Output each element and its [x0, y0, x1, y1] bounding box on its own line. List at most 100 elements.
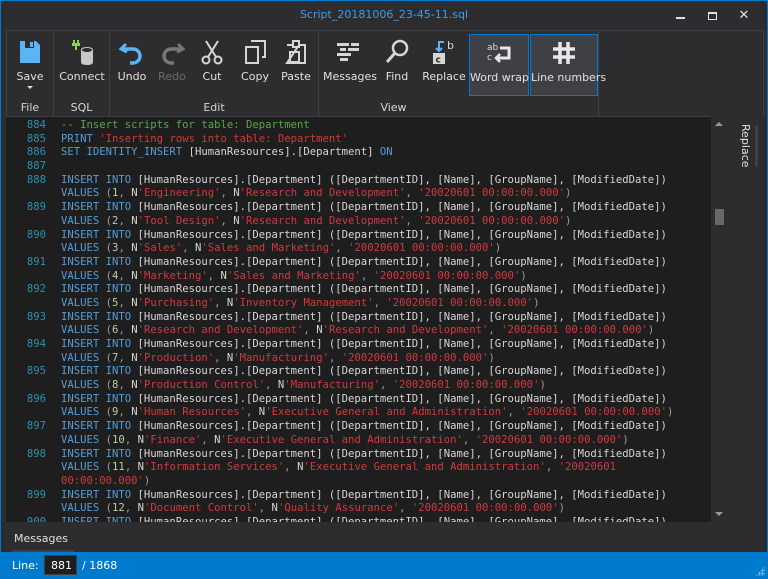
replace-button[interactable]: b c Replace [422, 34, 466, 96]
find-button[interactable]: Find [381, 34, 413, 96]
code-line[interactable]: VALUES (4, N'Marketing', N'Sales and Mar… [6, 270, 711, 284]
code-line[interactable]: 887 [6, 160, 711, 174]
undo-button[interactable]: Undo [114, 34, 150, 96]
code-line[interactable]: 891 INSERT INTO [HumanResources].[Departm… [6, 256, 711, 270]
paste-button[interactable]: Paste [277, 34, 315, 96]
code-line[interactable]: 00:00:00.000') [6, 475, 711, 489]
code-line[interactable]: 886 SET IDENTITY_INSERT [HumanResources].… [6, 146, 711, 160]
code-line[interactable]: VALUES (8, N'Production Control', N'Manu… [6, 379, 711, 393]
copy-button[interactable]: Copy [237, 34, 273, 96]
close-button[interactable]: ✕ [729, 5, 759, 27]
code-token: VALUES [61, 187, 106, 200]
code-lines[interactable]: 884 -- Insert scripts for table: Departme… [6, 119, 711, 522]
code-line[interactable]: 893 INSERT INTO [HumanResources].[Departm… [6, 311, 711, 325]
code-token: [HumanResources].[Department] ([Departme… [137, 392, 667, 405]
code-line[interactable]: 897 INSERT INTO [HumanResources].[Departm… [6, 420, 711, 434]
vertical-scrollbar[interactable] [711, 116, 728, 522]
code-line[interactable]: VALUES (10, N'Finance', N'Executive Gene… [6, 434, 711, 448]
resize-grip-icon[interactable] [755, 566, 765, 576]
code-token: , [118, 214, 132, 227]
line-text: VALUES (12, N'Document Control', N'Quali… [61, 502, 565, 516]
code-line[interactable]: VALUES (1, N'Engineering', N'Research an… [6, 187, 711, 201]
side-panel-scrollbar[interactable] [755, 126, 758, 166]
redo-button[interactable]: Redo [154, 34, 190, 96]
side-panel: Replace [729, 116, 764, 522]
line-number-input[interactable] [44, 555, 77, 575]
code-token: '20020601 00:00:00.000' [411, 502, 559, 515]
code-line[interactable]: 890 INSERT INTO [HumanResources].[Departm… [6, 229, 711, 243]
connect-button[interactable]: Connect [57, 34, 107, 96]
cut-button[interactable]: Cut [196, 34, 228, 96]
code-line[interactable]: 892 INSERT INTO [HumanResources].[Departm… [6, 283, 711, 297]
code-line[interactable]: VALUES (2, N'Tool Design', N'Research an… [6, 215, 711, 229]
line-number: 887 [26, 160, 46, 173]
code-token: INSERT INTO [61, 255, 138, 268]
code-token: , [118, 242, 132, 255]
close-icon: ✕ [738, 8, 750, 23]
ribbon-group-edit: Undo Redo Cut Copy Paste Edit [110, 31, 319, 117]
code-line[interactable]: VALUES (6, N'Research and Development', … [6, 324, 711, 338]
code-token: ON [379, 146, 393, 159]
word-wrap-toggle[interactable]: ab c Word wrap [469, 34, 529, 96]
minimize-button[interactable] [665, 5, 695, 27]
code-line[interactable]: VALUES (9, N'Human Resources', N'Executi… [6, 406, 711, 420]
code-token: 'Sales and Marketing' [201, 242, 336, 255]
line-number: 891 [26, 255, 46, 268]
code-line[interactable]: 888 INSERT INTO [HumanResources].[Departm… [6, 174, 711, 188]
replace-label: Replace [422, 70, 466, 83]
code-token: , [462, 433, 476, 446]
maximize-button[interactable] [697, 5, 727, 27]
line-text: VALUES (6, N'Research and Development', … [61, 324, 654, 338]
code-line[interactable]: VALUES (11, N'Information Services', N'E… [6, 461, 711, 475]
group-label-view: View [380, 101, 407, 114]
scroll-down-icon[interactable] [715, 512, 723, 516]
line-text: VALUES (4, N'Marketing', N'Sales and Mar… [61, 270, 527, 284]
code-token: INSERT INTO [61, 488, 138, 501]
svg-text:b: b [447, 39, 454, 52]
code-token: ) [494, 242, 502, 255]
ribbon-group-file: Save File [7, 31, 54, 117]
code-token: '20020601 00:00:00.000' [386, 296, 534, 309]
line-number: 884 [26, 119, 46, 131]
scroll-up-icon[interactable] [715, 122, 723, 126]
line-text: INSERT INTO [HumanResources].[Department… [61, 201, 667, 215]
code-line[interactable]: VALUES (12, N'Document Control', N'Quali… [6, 502, 711, 516]
code-line[interactable]: 899 INSERT INTO [HumanResources].[Departm… [6, 489, 711, 503]
code-line[interactable]: 889 INSERT INTO [HumanResources].[Departm… [6, 201, 711, 215]
chevron-down-icon[interactable] [27, 86, 33, 89]
line-number: 889 [26, 201, 46, 214]
ribbon-toolbar: Save File Connect SQL Undo Redo Cut Copy… [6, 30, 764, 117]
undo-icon [118, 42, 142, 65]
code-line[interactable]: 896 INSERT INTO [HumanResources].[Departm… [6, 393, 711, 407]
line-text: VALUES (2, N'Tool Design', N'Research an… [61, 215, 571, 229]
code-line[interactable]: 895 INSERT INTO [HumanResources].[Departm… [6, 365, 711, 379]
line-label: Line: [12, 559, 39, 572]
code-token: [HumanResources].[Department] ([Departme… [137, 173, 667, 186]
code-token: 11 [112, 461, 125, 474]
code-line[interactable]: VALUES (7, N'Production', N'Manufacturin… [6, 352, 711, 366]
replace-panel-tab[interactable]: Replace [739, 124, 752, 168]
hash-icon [553, 42, 575, 64]
scrollbar-thumb[interactable] [715, 209, 724, 225]
code-editor[interactable]: 884 -- Insert scripts for table: Departme… [6, 116, 728, 522]
code-token: INSERT INTO [61, 447, 138, 460]
code-line[interactable]: VALUES (5, N'Purchasing', N'Inventory Ma… [6, 297, 711, 311]
code-token: '20020601 00:00:00.000' [392, 379, 540, 392]
code-line[interactable]: 894 INSERT INTO [HumanResources].[Departm… [6, 338, 711, 352]
editor-window: Script_20181006_23-45-11.sql ✕ Save File [0, 0, 768, 579]
code-line[interactable]: 885 PRINT 'Inserting rows into table: Dep… [6, 133, 711, 147]
code-token: , [118, 324, 132, 337]
line-numbers-toggle[interactable]: Line numbers [530, 34, 606, 96]
messages-tab[interactable]: Messages [12, 532, 74, 552]
code-token: '20020601 00:00:00.000' [520, 406, 668, 419]
save-button[interactable]: Save [9, 34, 51, 96]
code-line[interactable]: VALUES (3, N'Sales', N'Sales and Marketi… [6, 242, 711, 256]
code-line[interactable]: 898 INSERT INTO [HumanResources].[Departm… [6, 448, 711, 462]
code-line[interactable]: 884 -- Insert scripts for table: Departme… [6, 119, 711, 133]
code-token: '20020601 00:00:00.000' [373, 269, 521, 282]
line-number: 885 [26, 132, 46, 145]
code-token: ) [520, 269, 527, 282]
code-token: 'Executive General and Administration' [265, 406, 508, 419]
code-token: VALUES [61, 296, 106, 309]
messages-button[interactable]: Messages [323, 34, 377, 96]
